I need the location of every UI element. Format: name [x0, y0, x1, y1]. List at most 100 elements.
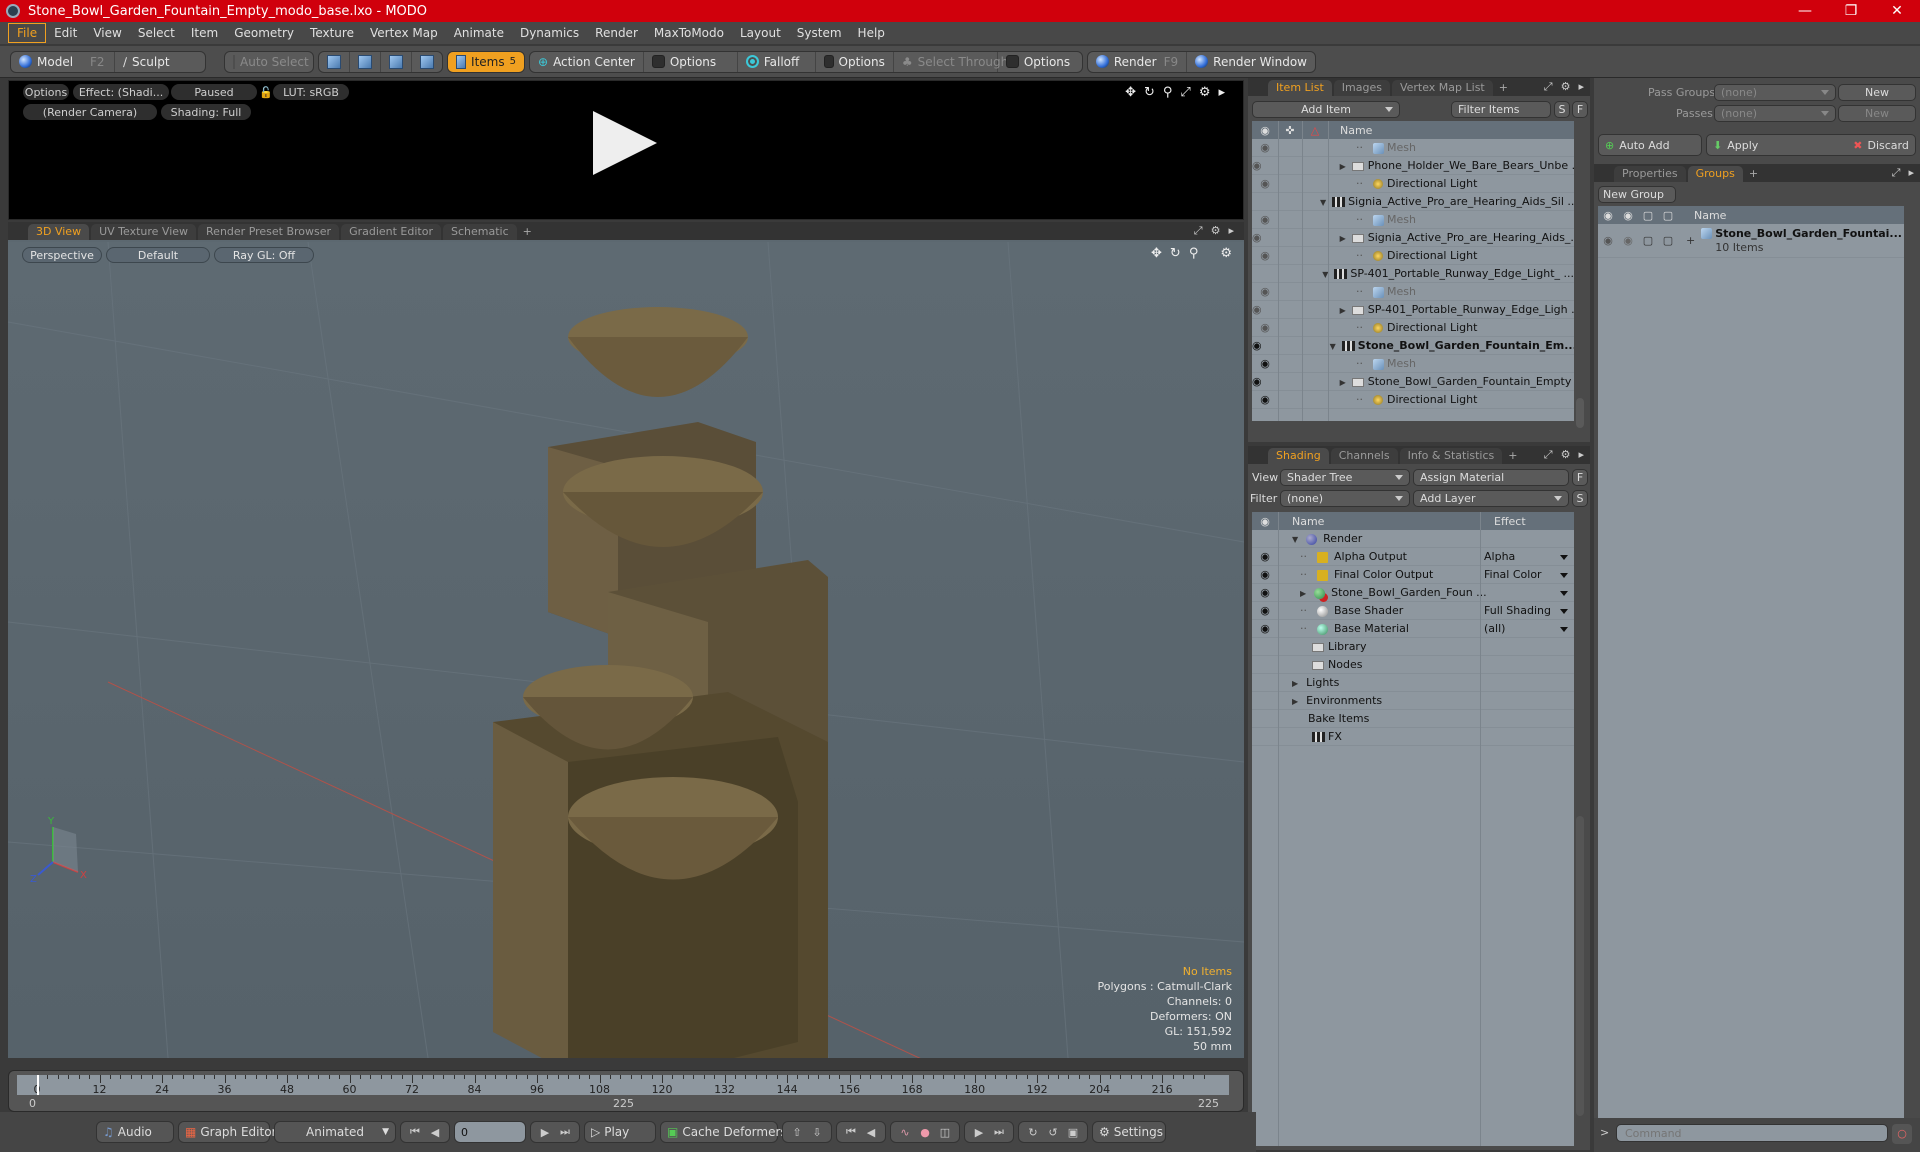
item-row[interactable]: ▼ Signia_Active_Pro_are_Hearing_Aids_Sil … [1252, 193, 1574, 211]
preview-status[interactable]: Paused [171, 84, 257, 100]
select-vertices-button[interactable] [319, 51, 350, 72]
add-item-dropdown[interactable]: Add Item [1252, 101, 1400, 118]
menu-file[interactable]: File [8, 23, 47, 43]
falloff-button[interactable]: Falloff [738, 51, 816, 72]
name-column-header[interactable]: Name [1340, 124, 1372, 137]
item-row[interactable]: ◉ ·· Directional Light [1252, 175, 1574, 193]
maximize-icon[interactable]: ⤢ [1544, 80, 1553, 94]
s-button[interactable]: S [1572, 490, 1588, 507]
timeline-ruler[interactable]: 0122436486072849610812013214415616818019… [17, 1075, 1229, 1096]
action-center-button[interactable]: ⊕ Action Center [530, 51, 644, 72]
arrow-right-icon[interactable]: ▸ [1908, 166, 1914, 180]
new-pass-button[interactable]: New [1838, 105, 1916, 122]
falloff-options-button[interactable]: Options [816, 51, 894, 72]
lock-icon[interactable]: 🔓 [259, 84, 273, 100]
item-list-tab-item-list[interactable]: Item List [1268, 80, 1332, 96]
expand-icon[interactable]: + [1686, 234, 1695, 247]
restore-button[interactable]: ❐ [1828, 0, 1874, 22]
visibility-eye-icon[interactable]: ◉ [1252, 177, 1278, 190]
viewport-add-tab-button[interactable]: + [519, 224, 536, 240]
shader-row[interactable]: ◉ ·· Base Shader Full Shading [1252, 602, 1574, 620]
viewport-tab-3d-view[interactable]: 3D View [28, 224, 90, 240]
arrow-right-icon[interactable]: ▸ [1578, 80, 1584, 94]
discard-button[interactable]: Discard [1868, 139, 1909, 152]
item-row[interactable]: ◉ ▶ Phone_Holder_We_Bare_Bears_Unbe ... [1252, 157, 1574, 175]
expander-icon[interactable]: ▶ [1292, 697, 1298, 706]
next-frame-icon[interactable]: ▶ [971, 1125, 987, 1139]
viewport-tab-gradient-editor[interactable]: Gradient Editor [341, 224, 441, 240]
shader-row[interactable]: ◉ ·· Final Color Output Final Color [1252, 566, 1574, 584]
maximize-icon[interactable]: ⤢ [1544, 448, 1553, 462]
name-column-header[interactable]: Name [1694, 209, 1726, 222]
groups-tab-properties[interactable]: Properties [1614, 166, 1686, 182]
effect-dropdown-arrow[interactable] [1560, 555, 1568, 560]
visibility-eye-icon[interactable]: ◉ [1252, 141, 1278, 154]
minimize-button[interactable]: — [1782, 0, 1828, 22]
effect-column-header[interactable]: Effect [1494, 515, 1526, 528]
menu-system[interactable]: System [789, 24, 850, 42]
assign-material-button[interactable]: Assign Material [1413, 469, 1569, 486]
filter-items-input[interactable]: Filter Items [1451, 101, 1551, 118]
item-row[interactable]: ◉ ▶ SP-401_Portable_Runway_Edge_Ligh ... [1252, 301, 1574, 319]
item-row[interactable]: ◉ ·· Directional Light [1252, 319, 1574, 337]
item-row[interactable]: ◉ ·· Mesh [1252, 139, 1574, 157]
visibility-column-icon[interactable]: ◉ [1252, 124, 1278, 137]
menu-item[interactable]: Item [183, 24, 226, 42]
action-center-options-button[interactable]: Options [644, 51, 738, 72]
menu-animate[interactable]: Animate [446, 24, 512, 42]
frame-input[interactable] [454, 1121, 526, 1143]
visibility-eye-icon[interactable]: ◉ [1598, 234, 1618, 247]
item-row[interactable]: ▼ SP-401_Portable_Runway_Edge_Light_ ... [1252, 265, 1574, 283]
command-input[interactable] [1616, 1124, 1888, 1142]
record-buttons[interactable]: ∿ ● ◫ [890, 1121, 960, 1143]
menu-edit[interactable]: Edit [46, 24, 85, 42]
group-row[interactable]: ◉ ◉ ▢ ▢ + Stone_Bowl_Garden_Fountai... 1… [1598, 224, 1904, 258]
expander-icon[interactable]: ▶ [1300, 589, 1306, 598]
menu-help[interactable]: Help [850, 24, 893, 42]
auto-select-button[interactable]: Auto Select [225, 52, 313, 72]
visibility-eye-icon[interactable]: ◉ [1252, 604, 1278, 617]
item-row[interactable]: ◉ ·· Mesh [1252, 283, 1574, 301]
item-list-add-tab-button[interactable]: + [1495, 80, 1512, 96]
projection-dropdown[interactable]: Perspective [22, 247, 102, 263]
visibility-eye-icon[interactable]: ◉ [1252, 285, 1278, 298]
item-row[interactable]: ◉ ·· Mesh [1252, 355, 1574, 373]
lock-column-icon[interactable]: ✜ [1278, 124, 1302, 137]
shading-dropdown[interactable]: Shading: Full [161, 104, 251, 120]
visibility-eye-icon[interactable]: ◉ [1252, 622, 1278, 635]
items-mode-button[interactable]: Items 5 [448, 51, 524, 72]
expander-icon[interactable]: ▶ [1340, 306, 1346, 315]
key-buttons[interactable]: ⇧ ⇩ [782, 1121, 832, 1143]
gear-icon[interactable]: ⚙ [1561, 80, 1571, 94]
view-dropdown[interactable]: Shader Tree [1280, 469, 1410, 486]
visibility-eye-icon[interactable]: ◉ [1252, 375, 1262, 388]
shader-row[interactable]: ▶ Lights [1252, 674, 1574, 692]
select-through-options-button[interactable]: Options [998, 52, 1082, 72]
preview-effect-dropdown[interactable]: Effect: (Shadi... [73, 84, 169, 100]
visibility-eye-icon[interactable]: ◉ [1252, 231, 1262, 244]
expander-icon[interactable]: ▶ [1292, 679, 1298, 688]
render-toggle-icon[interactable]: ◉ [1618, 234, 1638, 247]
menu-select[interactable]: Select [130, 24, 183, 42]
name-column-header[interactable]: Name [1292, 515, 1494, 528]
visibility-eye-icon[interactable]: ◉ [1252, 213, 1278, 226]
arrow-right-icon[interactable]: ▸ [1578, 448, 1584, 462]
rotate-icon[interactable]: ↻ [1144, 85, 1155, 100]
cache-deformers-button[interactable]: ▣ Cache Deformers [660, 1121, 787, 1143]
s-button[interactable]: S [1554, 101, 1570, 118]
effect-value[interactable]: Full Shading [1484, 604, 1551, 617]
select-column-icon[interactable]: ▢ [1658, 209, 1678, 222]
curve-icon[interactable]: ∿ [897, 1125, 913, 1139]
expander-icon[interactable]: ▶ [1340, 162, 1346, 171]
render-column-icon[interactable]: ◉ [1618, 209, 1638, 222]
auto-add-button[interactable]: ⊕ Auto Add [1598, 134, 1702, 156]
next-key-buttons[interactable]: ▶ ⏭ [964, 1121, 1014, 1143]
viewport-tab-schematic[interactable]: Schematic [443, 224, 517, 240]
lock-toggle[interactable]: ▢ [1638, 234, 1658, 247]
record-macro-icon[interactable]: ○ [1892, 1124, 1912, 1144]
item-row[interactable]: ◉ ·· Directional Light [1252, 391, 1574, 409]
sync-icon[interactable]: ▣ [1065, 1125, 1081, 1139]
timeline[interactable]: 0 12 24 36 48 60 72 84 96 108 120 132 144 156 168 180 19… [8, 1070, 1244, 1112]
filter-dropdown[interactable]: (none) [1280, 490, 1410, 507]
item-row[interactable]: ◉ ▼ Stone_Bowl_Garden_Fountain_Em... [1252, 337, 1574, 355]
